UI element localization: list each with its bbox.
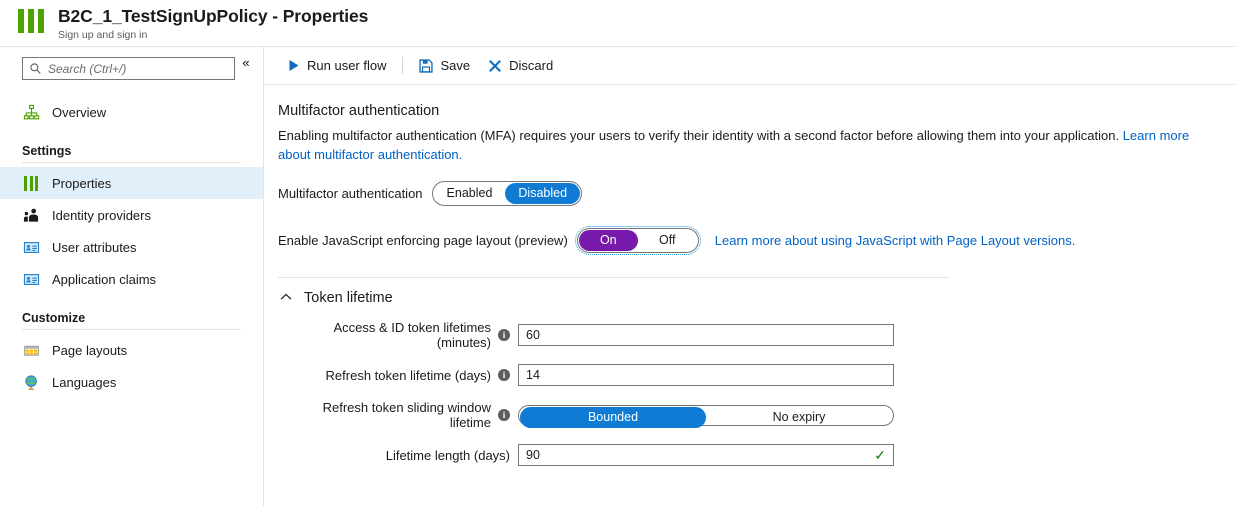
refresh-token-lifetime-input[interactable]: 14 xyxy=(518,364,894,386)
token-lifetime-collapse-header[interactable]: Token lifetime xyxy=(280,290,1211,306)
sidebar-item-label: Overview xyxy=(52,104,107,120)
sidebar-item-identity-providers[interactable]: Identity providers xyxy=(0,199,263,231)
info-icon[interactable]: i xyxy=(498,409,510,421)
sidebar-section-title-customize: Customize xyxy=(22,311,86,325)
command-toolbar: Run user flow Save Discard xyxy=(264,47,1235,85)
access-id-token-lifetimes-label: Access & ID token lifetimes (minutes) i xyxy=(278,320,518,350)
mfa-setting-row: Multifactor authentication Enabled Disab… xyxy=(278,181,1211,206)
mfa-description-text: Enabling multifactor authentication (MFA… xyxy=(278,128,1123,143)
input-value: 60 xyxy=(526,328,540,342)
info-icon[interactable]: i xyxy=(498,329,510,341)
sidebar-section-divider xyxy=(22,329,241,330)
refresh-token-sliding-window-label: Refresh token sliding window lifetime i xyxy=(278,400,518,430)
discard-button[interactable]: Discard xyxy=(479,54,562,77)
refresh-token-sliding-window-choice-group[interactable]: Bounded No expiry xyxy=(518,404,894,428)
page-body: Search (Ctrl+/) « Overview Settings Prop… xyxy=(0,47,1235,506)
play-icon xyxy=(289,60,299,71)
page-subtitle: Sign up and sign in xyxy=(58,28,148,41)
lifetime-length-label: Lifetime length (days) xyxy=(278,448,518,463)
mfa-section-heading: Multifactor authentication xyxy=(278,103,440,119)
field-label-text: Lifetime length (days) xyxy=(385,447,510,463)
info-icon[interactable]: i xyxy=(498,369,510,381)
chevron-up-icon xyxy=(280,293,292,304)
sidebar-item-label: Properties xyxy=(52,175,112,191)
save-button[interactable]: Save xyxy=(410,54,479,77)
sidebar-item-properties[interactable]: Properties xyxy=(0,167,263,199)
refresh-token-lifetime-label: Refresh token lifetime (days) i xyxy=(278,368,518,383)
mfa-description: Enabling multifactor authentication (MFA… xyxy=(278,126,1208,164)
page-layouts-grid-icon xyxy=(22,341,40,359)
properties-bars-icon xyxy=(22,174,40,192)
sliding-window-option-no-expiry[interactable]: No expiry xyxy=(706,407,892,428)
mfa-choice-group[interactable]: Enabled Disabled xyxy=(431,181,583,206)
save-label: Save xyxy=(440,58,471,73)
mfa-option-enabled[interactable]: Enabled xyxy=(434,183,506,204)
sidebar-item-label: User attributes xyxy=(52,239,137,255)
user-attributes-card-icon xyxy=(22,238,40,256)
identity-providers-icon xyxy=(22,206,40,224)
sidebar-item-user-attributes[interactable]: User attributes xyxy=(0,231,263,263)
access-id-token-lifetimes-row: Access & ID token lifetimes (minutes) i … xyxy=(278,320,1211,350)
lifetime-length-input[interactable]: 90 ✓ xyxy=(518,444,894,466)
javascript-option-on[interactable]: On xyxy=(578,230,638,251)
sidebar-item-application-claims[interactable]: Application claims xyxy=(0,263,263,295)
refresh-token-lifetime-row: Refresh token lifetime (days) i 14 xyxy=(278,364,1211,386)
toolbar-separator xyxy=(402,57,404,74)
token-lifetime-title: Token lifetime xyxy=(304,290,393,306)
languages-globe-icon xyxy=(22,373,40,391)
sidebar-item-label: Application claims xyxy=(52,271,157,287)
input-value: 14 xyxy=(526,368,540,382)
run-user-flow-label: Run user flow xyxy=(307,58,387,73)
refresh-token-sliding-window-row: Refresh token sliding window lifetime i … xyxy=(278,400,1211,430)
sidebar-item-page-layouts[interactable]: Page layouts xyxy=(0,334,263,366)
content-pane: Run user flow Save Discard Multifactor a… xyxy=(264,47,1235,506)
javascript-learn-more-link[interactable]: Learn more about using JavaScript with P… xyxy=(715,233,1076,248)
sliding-window-option-bounded[interactable]: Bounded xyxy=(520,406,706,428)
field-label-text: Refresh token lifetime (days) xyxy=(325,367,491,383)
search-input[interactable]: Search (Ctrl+/) xyxy=(22,57,235,80)
title-block: B2C_1_TestSignUpPolicy - Properties Sign… xyxy=(58,7,368,40)
mfa-option-disabled[interactable]: Disabled xyxy=(505,183,581,204)
discard-label: Discard xyxy=(509,58,554,73)
overview-hierarchy-icon xyxy=(22,103,40,121)
run-user-flow-button[interactable]: Run user flow xyxy=(279,54,395,77)
javascript-option-off[interactable]: Off xyxy=(638,230,697,251)
page-title: B2C_1_TestSignUpPolicy - Properties xyxy=(58,6,369,26)
valid-check-icon: ✓ xyxy=(874,447,886,463)
sidebar-item-overview[interactable]: Overview xyxy=(0,96,263,128)
sidebar-section-divider xyxy=(22,162,241,163)
sidebar: Search (Ctrl+/) « Overview Settings Prop… xyxy=(0,47,264,506)
javascript-field-label: Enable JavaScript enforcing page layout … xyxy=(278,233,568,248)
save-disk-icon xyxy=(419,58,434,73)
mfa-field-label: Multifactor authentication xyxy=(278,186,423,201)
properties-bars-icon xyxy=(18,7,48,37)
search-icon xyxy=(30,63,41,74)
sidebar-section-title-settings: Settings xyxy=(22,144,72,158)
sidebar-item-languages[interactable]: Languages xyxy=(0,366,263,398)
application-claims-card-icon xyxy=(22,270,40,288)
page-titlebar: B2C_1_TestSignUpPolicy - Properties Sign… xyxy=(0,0,1235,47)
collapse-sidebar-button[interactable]: « xyxy=(235,55,257,70)
sidebar-item-label: Page layouts xyxy=(52,342,128,358)
settings-pane: Multifactor authentication Enabling mult… xyxy=(264,85,1235,466)
access-id-token-lifetimes-input[interactable]: 60 xyxy=(518,324,894,346)
field-label-text: Refresh token sliding window lifetime xyxy=(322,400,491,430)
field-label-text: Access & ID token lifetimes (minutes) xyxy=(333,320,492,350)
section-divider xyxy=(278,277,949,278)
javascript-setting-row: Enable JavaScript enforcing page layout … xyxy=(278,226,1211,255)
close-x-icon xyxy=(489,59,502,72)
input-value: 90 xyxy=(526,448,540,462)
sidebar-item-label: Languages xyxy=(52,374,117,390)
sidebar-item-label: Identity providers xyxy=(52,207,151,223)
sidebar-search-row: Search (Ctrl+/) « xyxy=(0,55,263,80)
search-placeholder: Search (Ctrl+/) xyxy=(48,61,127,76)
javascript-choice-group[interactable]: On Off xyxy=(574,226,701,255)
lifetime-length-row: Lifetime length (days) 90 ✓ xyxy=(278,444,1211,466)
